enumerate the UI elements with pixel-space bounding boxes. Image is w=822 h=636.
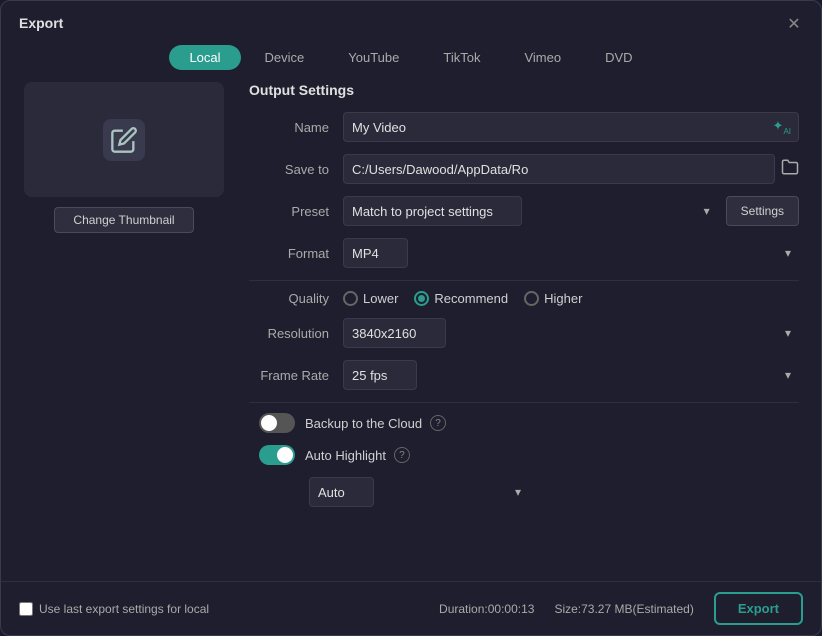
- auto-highlight-label: Auto Highlight: [305, 448, 386, 463]
- right-panel: Output Settings Name ✦AI Save to C:/User…: [249, 82, 803, 581]
- preset-controls: Match to project settings Settings: [343, 196, 799, 226]
- last-export-check[interactable]: Use last export settings for local: [19, 602, 209, 616]
- tab-device[interactable]: Device: [245, 45, 325, 70]
- quality-radio-group: Lower Recommend Higher: [343, 291, 582, 306]
- resolution-select[interactable]: 3840x2160: [343, 318, 446, 348]
- tab-tiktok[interactable]: TikTok: [423, 45, 500, 70]
- format-label: Format: [249, 246, 329, 261]
- backup-help-icon[interactable]: ?: [430, 415, 446, 431]
- export-button[interactable]: Export: [714, 592, 803, 625]
- last-export-checkbox[interactable]: [19, 602, 33, 616]
- auto-select-wrap: Auto: [309, 477, 529, 507]
- preset-select[interactable]: Match to project settings: [343, 196, 522, 226]
- resolution-row: Resolution 3840x2160: [249, 318, 799, 348]
- name-input-wrap: ✦AI: [343, 112, 799, 142]
- quality-lower-radio[interactable]: [343, 291, 358, 306]
- format-select-wrap: MP4: [343, 238, 799, 268]
- name-label: Name: [249, 120, 329, 135]
- duration-info: Duration:00:00:13: [439, 602, 534, 616]
- resolution-select-wrap: 3840x2160: [343, 318, 799, 348]
- tab-youtube[interactable]: YouTube: [328, 45, 419, 70]
- backup-label: Backup to the Cloud: [305, 416, 422, 431]
- quality-row: Quality Lower Recommend Higher: [249, 291, 799, 306]
- quality-higher[interactable]: Higher: [524, 291, 582, 306]
- frame-rate-row: Frame Rate 25 fps: [249, 360, 799, 390]
- auto-highlight-toggle[interactable]: [259, 445, 295, 465]
- quality-label: Quality: [249, 291, 329, 306]
- tab-vimeo[interactable]: Vimeo: [504, 45, 581, 70]
- frame-rate-label: Frame Rate: [249, 368, 329, 383]
- auto-select[interactable]: Auto: [309, 477, 374, 507]
- save-to-label: Save to: [249, 162, 329, 177]
- close-button[interactable]: ✕: [783, 13, 805, 35]
- divider-1: [249, 280, 799, 281]
- size-info: Size:73.27 MB(Estimated): [554, 602, 693, 616]
- format-select[interactable]: MP4: [343, 238, 408, 268]
- resolution-label: Resolution: [249, 326, 329, 341]
- thumbnail-preview: [24, 82, 224, 197]
- save-to-path: C:/Users/Dawood/AppData/Ro: [343, 154, 775, 184]
- export-window: Export ✕ Local Device YouTube TikTok Vim…: [0, 0, 822, 636]
- save-to-row: Save to C:/Users/Dawood/AppData/Ro: [249, 154, 799, 184]
- left-panel: Change Thumbnail: [19, 82, 229, 581]
- backup-row: Backup to the Cloud ?: [249, 413, 799, 433]
- change-thumbnail-button[interactable]: Change Thumbnail: [54, 207, 193, 233]
- frame-rate-select[interactable]: 25 fps: [343, 360, 417, 390]
- auto-row: Auto: [309, 477, 799, 507]
- quality-lower[interactable]: Lower: [343, 291, 398, 306]
- last-export-label: Use last export settings for local: [39, 602, 209, 616]
- tab-local[interactable]: Local: [169, 45, 240, 70]
- tab-bar: Local Device YouTube TikTok Vimeo DVD: [1, 41, 821, 82]
- footer: Use last export settings for local Durat…: [1, 581, 821, 635]
- backup-toggle[interactable]: [259, 413, 295, 433]
- footer-info: Duration:00:00:13 Size:73.27 MB(Estimate…: [219, 592, 803, 625]
- format-row: Format MP4: [249, 238, 799, 268]
- save-to-path-wrap: C:/Users/Dawood/AppData/Ro: [343, 154, 799, 184]
- preset-label: Preset: [249, 204, 329, 219]
- window-title: Export: [19, 15, 63, 31]
- quality-higher-radio[interactable]: [524, 291, 539, 306]
- auto-highlight-help-icon[interactable]: ?: [394, 447, 410, 463]
- divider-2: [249, 402, 799, 403]
- tab-dvd[interactable]: DVD: [585, 45, 652, 70]
- preset-select-wrap: Match to project settings: [343, 196, 718, 226]
- name-row: Name ✦AI: [249, 112, 799, 142]
- thumbnail-icon: [103, 119, 145, 161]
- name-input[interactable]: [343, 112, 799, 142]
- preset-row: Preset Match to project settings Setting…: [249, 196, 799, 226]
- output-settings-title: Output Settings: [249, 82, 799, 98]
- frame-rate-select-wrap: 25 fps: [343, 360, 799, 390]
- quality-recommend-radio[interactable]: [414, 291, 429, 306]
- title-bar: Export ✕: [1, 1, 821, 41]
- folder-icon[interactable]: [781, 158, 799, 181]
- auto-highlight-row: Auto Highlight ?: [249, 445, 799, 465]
- quality-recommend[interactable]: Recommend: [414, 291, 508, 306]
- main-content: Change Thumbnail Output Settings Name ✦A…: [1, 82, 821, 581]
- ai-icon[interactable]: ✦AI: [773, 118, 791, 136]
- settings-button[interactable]: Settings: [726, 196, 799, 226]
